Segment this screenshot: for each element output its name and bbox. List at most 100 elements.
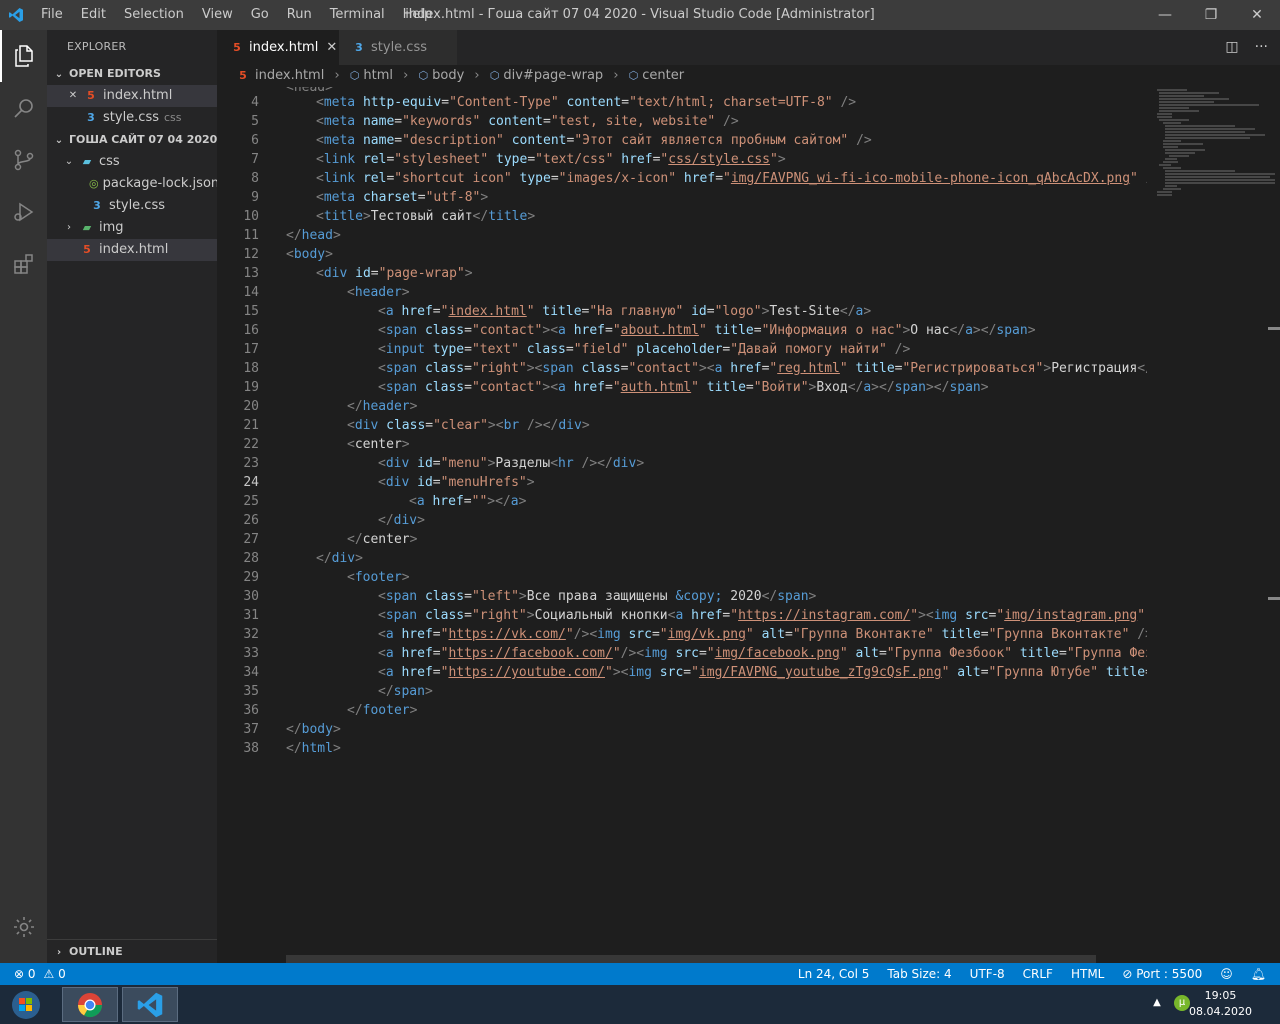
split-editor-icon[interactable]: ◫: [1225, 30, 1238, 65]
line-number: 20: [243, 399, 259, 414]
open-editor-style-css[interactable]: 3 style.css css: [47, 107, 217, 129]
code-line: 15 <a href="index.html" title="На главную…: [217, 302, 1147, 321]
close-icon[interactable]: ✕: [67, 85, 79, 107]
menu-view[interactable]: View: [193, 0, 242, 30]
line-number: 18: [243, 361, 259, 376]
explorer-icon[interactable]: [0, 30, 47, 82]
run-debug-icon[interactable]: [0, 186, 47, 238]
close-window-button[interactable]: ✕: [1234, 0, 1280, 30]
chevron-down-icon: ⌄: [54, 69, 64, 80]
minimize-button[interactable]: —: [1142, 0, 1188, 30]
tree-item-css-folder[interactable]: ⌄ ▰ css: [47, 151, 217, 173]
menu-go[interactable]: Go: [242, 0, 278, 30]
chevron-down-icon: ⌄: [64, 156, 74, 167]
show-hidden-icons-icon[interactable]: ▲: [1153, 997, 1161, 1008]
line-number: 37: [243, 722, 259, 737]
css-file-icon: 3: [87, 111, 95, 124]
feedback-icon[interactable]: ☺: [1220, 963, 1233, 985]
breadcrumb-item[interactable]: body: [432, 68, 464, 83]
menu-run[interactable]: Run: [278, 0, 321, 30]
more-actions-icon[interactable]: ···: [1255, 30, 1268, 65]
gear-icon[interactable]: [0, 901, 47, 953]
outline-label: OUTLINE: [69, 945, 123, 958]
errors-count[interactable]: ⊗ 0: [14, 963, 36, 985]
html-file-icon: 5: [83, 243, 91, 256]
live-server-port[interactable]: ⊘ Port : 5500: [1122, 963, 1202, 985]
tab-index-html[interactable]: 5 index.html ✕: [217, 30, 339, 65]
window-title: index.html - Гоша сайт 07 04 2020 - Visu…: [405, 7, 875, 22]
line-number: 10: [243, 209, 259, 224]
open-editors-header[interactable]: ⌄ OPEN EDITORS: [47, 63, 217, 85]
breadcrumb-item[interactable]: html: [363, 68, 393, 83]
tree-item-label: package-lock.json: [102, 176, 217, 191]
vscode-taskbar-button[interactable]: [122, 987, 178, 1022]
line-number: 21: [243, 418, 259, 433]
line-number: 25: [243, 494, 259, 509]
html-file-icon: 5: [233, 41, 241, 54]
search-icon[interactable]: [0, 82, 47, 134]
code-line: 12 <body>: [217, 245, 1147, 264]
cursor-position[interactable]: Ln 24, Col 5: [798, 963, 870, 985]
line-number: 7: [251, 152, 259, 167]
tab-size[interactable]: Tab Size: 4: [887, 963, 951, 985]
workspace-folder-header[interactable]: ⌄ ГОША САЙТ 07 04 2020: [47, 129, 218, 151]
minimap[interactable]: [1147, 87, 1280, 963]
warnings-count[interactable]: ⚠ 0: [44, 963, 66, 985]
html-file-icon: 5: [87, 89, 95, 102]
line-number: 13: [243, 266, 259, 281]
chevron-right-icon: ›: [474, 68, 480, 83]
source-control-icon[interactable]: [0, 134, 47, 186]
start-button[interactable]: [4, 986, 48, 1023]
menu-selection[interactable]: Selection: [115, 0, 193, 30]
horizontal-scrollbar[interactable]: [286, 955, 1096, 963]
line-number: 24: [243, 475, 259, 490]
extensions-icon[interactable]: [0, 238, 47, 290]
tab-style-css[interactable]: 3 style.css: [339, 30, 457, 65]
line-number: 5: [251, 114, 259, 129]
line-number: 26: [243, 513, 259, 528]
code-line: 18 <span class="right"><span class="conta…: [217, 359, 1147, 378]
breadcrumb-item[interactable]: index.html: [255, 68, 324, 83]
html-file-icon: 5: [239, 69, 247, 82]
css-file-icon: 3: [355, 41, 363, 54]
code-line: 35 </span>: [217, 682, 1147, 701]
system-clock[interactable]: 19:05 08.04.2020: [1189, 988, 1252, 1020]
tree-item-package-lock[interactable]: ◎ package-lock.json: [47, 173, 217, 195]
end-of-line[interactable]: CRLF: [1023, 963, 1053, 985]
line-number: 16: [243, 323, 259, 338]
status-bar: ⊗ 0 ⚠ 0 Ln 24, Col 5 Tab Size: 4 UTF-8 C…: [0, 963, 1280, 985]
code-editor[interactable]: <head> 4 <meta http-equiv="Content-Type" …: [217, 87, 1147, 963]
code-line: 6 <meta name="description" content="Этот …: [217, 131, 1147, 150]
close-icon[interactable]: ✕: [326, 30, 337, 65]
line-number: 8: [251, 171, 259, 186]
tree-item-label: index.html: [99, 242, 169, 257]
tray-icons[interactable]: ▲ μ: [1153, 995, 1190, 1011]
tree-item-index-html[interactable]: 5 index.html: [47, 239, 217, 261]
explorer-title: EXPLORER: [67, 40, 127, 53]
tree-item-style-css[interactable]: 3 style.css: [47, 195, 217, 217]
utorrent-icon[interactable]: μ: [1174, 995, 1190, 1011]
language-mode[interactable]: HTML: [1071, 963, 1104, 985]
title-bar: File Edit Selection View Go Run Terminal…: [0, 0, 1280, 30]
breadcrumb-item[interactable]: center: [642, 68, 684, 83]
open-editor-index-html[interactable]: ✕ 5 index.html: [47, 85, 217, 107]
code-line: 34 <a href="https://youtube.com/"><img sr…: [217, 663, 1147, 682]
open-editor-folder: css: [164, 111, 182, 124]
code-line: 27 </center>: [217, 530, 1147, 549]
tree-item-img-folder[interactable]: › ▰ img: [47, 217, 217, 239]
line-number: 12: [243, 247, 259, 262]
restore-button[interactable]: ❐: [1188, 0, 1234, 30]
line-number: 15: [243, 304, 259, 319]
menu-edit[interactable]: Edit: [72, 0, 115, 30]
breadcrumb-item[interactable]: div#page-wrap: [503, 68, 603, 83]
code-line: 25 <a href=""></a>: [217, 492, 1147, 511]
breadcrumb: 5 index.html › ⬡ html › ⬡ body › ⬡ div#page-…: [217, 65, 1280, 87]
line-number: 6: [251, 133, 259, 148]
line-number: 17: [243, 342, 259, 357]
code-line: 22 <center>: [217, 435, 1147, 454]
outline-section-header[interactable]: › OUTLINE: [47, 939, 217, 963]
encoding[interactable]: UTF-8: [970, 963, 1005, 985]
menu-file[interactable]: File: [32, 0, 72, 30]
chrome-taskbar-button[interactable]: [62, 987, 118, 1022]
bell-icon[interactable]: 🔔︎: [1251, 963, 1266, 985]
